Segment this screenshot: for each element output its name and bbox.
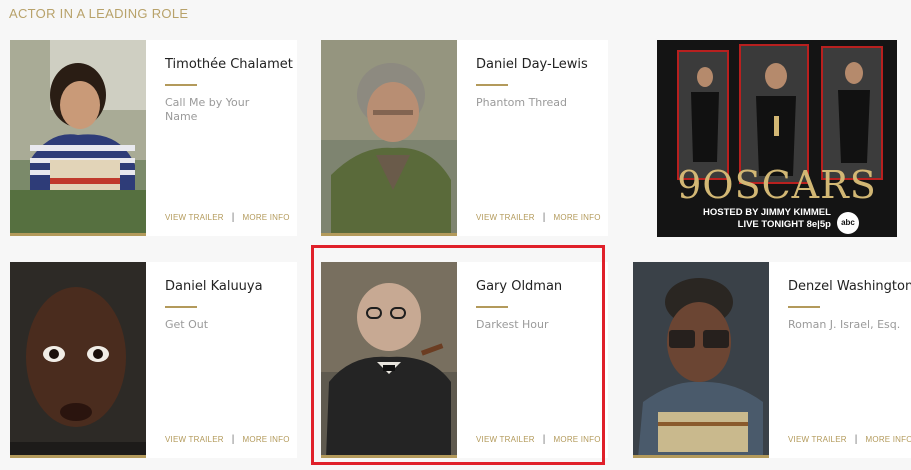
link-separator: | [542,434,546,445]
nominee-card[interactable]: Timothée Chalamet Call Me by Your Name V… [10,40,297,236]
link-separator: | [231,212,235,223]
film-title: Call Me by Your Name [165,96,250,123]
divider [476,306,508,308]
nominee-card[interactable]: Gary Oldman Darkest Hour VIEW TRAILER | … [321,262,608,458]
more-info-link[interactable]: MORE INFO [554,435,601,444]
nominee-name: Timothée Chalamet [165,57,293,72]
more-info-link[interactable]: MORE INFO [866,435,911,444]
nominee-card[interactable]: Daniel Kaluuya Get Out VIEW TRAILER | MO… [10,262,297,458]
ad-host-text: HOSTED BY JIMMY KIMMEL LIVE TONIGHT 8e|5… [703,207,831,230]
film-title: Get Out [165,318,209,331]
ad-photo-panel [821,46,883,180]
view-trailer-link[interactable]: VIEW TRAILER [165,435,224,444]
nominee-name: Gary Oldman [476,279,563,294]
more-info-link[interactable]: MORE INFO [243,435,290,444]
link-separator: | [854,434,858,445]
view-trailer-link[interactable]: VIEW TRAILER [165,213,224,222]
nominee-name: Denzel Washington [788,279,911,294]
section-title: ACTOR IN A LEADING ROLE [9,6,189,21]
film-title: Roman J. Israel, Esq. [788,318,901,331]
divider [165,306,197,308]
link-separator: | [542,212,546,223]
nominee-name: Daniel Day-Lewis [476,57,588,72]
ad-photo-panel [677,50,729,180]
nominee-name: Daniel Kaluuya [165,279,263,294]
nominee-photo[interactable] [633,262,769,458]
nominee-photo[interactable] [321,262,457,458]
ad-brand: 9OSCARS [677,163,877,207]
nominee-card[interactable]: Daniel Day-Lewis Phantom Thread VIEW TRA… [321,40,608,236]
view-trailer-link[interactable]: VIEW TRAILER [476,213,535,222]
abc-logo: abc [837,212,859,234]
film-title: Darkest Hour [476,318,549,331]
divider [165,84,197,86]
more-info-link[interactable]: MORE INFO [243,213,290,222]
view-trailer-link[interactable]: VIEW TRAILER [788,435,847,444]
divider [788,306,820,308]
nominee-card[interactable]: Denzel Washington Roman J. Israel, Esq. … [633,262,911,458]
view-trailer-link[interactable]: VIEW TRAILER [476,435,535,444]
oscars-advertisement[interactable]: 9OSCARS HOSTED BY JIMMY KIMMEL LIVE TONI… [657,40,897,237]
divider [476,84,508,86]
more-info-link[interactable]: MORE INFO [554,213,601,222]
film-title: Phantom Thread [476,96,568,109]
nominee-photo[interactable] [10,262,146,458]
link-separator: | [231,434,235,445]
nominee-photo[interactable] [321,40,457,236]
nominee-photo[interactable] [10,40,146,236]
